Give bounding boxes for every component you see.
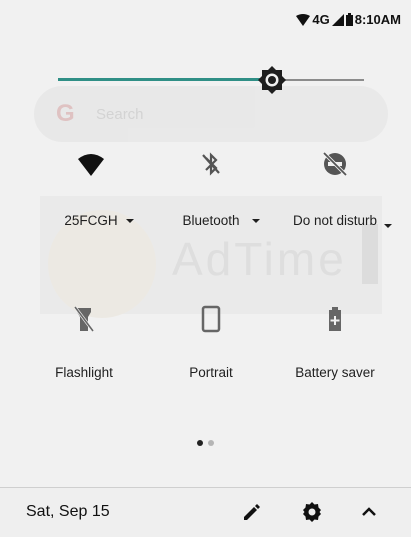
background-search-bar: G Search [34, 86, 388, 142]
flashlight-icon [73, 306, 95, 332]
edit-icon[interactable] [240, 500, 264, 524]
status-bar: 4G 8:10AM [0, 0, 411, 36]
battery-saver-icon [329, 307, 341, 331]
background-search-text: Search [96, 106, 144, 123]
settings-icon[interactable] [300, 500, 324, 524]
wifi-icon [78, 154, 104, 176]
tile-do-not-disturb[interactable]: Do not disturb [275, 150, 395, 250]
tile-battery-saver-label: Battery saver [295, 365, 375, 380]
chevron-down-icon[interactable] [384, 224, 392, 228]
tile-wifi[interactable]: 25FCGH [31, 150, 151, 250]
chevron-down-icon[interactable] [252, 219, 260, 223]
tile-dnd-label: Do not disturb [292, 213, 378, 228]
wifi-icon [296, 13, 311, 26]
quick-settings-footer: Sat, Sep 15 [0, 487, 411, 537]
do-not-disturb-icon [322, 151, 348, 177]
page-dot [207, 440, 214, 446]
tile-portrait[interactable]: Portrait [151, 305, 271, 385]
cell-signal-icon [331, 13, 344, 26]
slider-fill [58, 78, 272, 81]
status-time: 8:10AM [354, 12, 401, 27]
portrait-icon [201, 305, 221, 333]
brightness-slider[interactable] [58, 66, 364, 94]
chevron-down-icon[interactable] [126, 219, 134, 223]
google-logo: G [56, 100, 75, 127]
date-label: Sat, Sep 15 [26, 503, 110, 520]
tile-flashlight-label: Flashlight [55, 365, 113, 380]
tile-bluetooth[interactable]: Bluetooth [151, 150, 271, 250]
network-type: 4G [312, 12, 330, 27]
collapse-icon[interactable] [357, 500, 381, 524]
tile-battery-saver[interactable]: Battery saver [275, 305, 395, 385]
page-dot [196, 440, 203, 446]
tile-flashlight[interactable]: Flashlight [24, 305, 144, 385]
battery-icon [345, 13, 353, 26]
bluetooth-off-icon [202, 152, 220, 176]
tile-portrait-label: Portrait [189, 365, 233, 380]
brightness-icon[interactable] [258, 66, 286, 94]
